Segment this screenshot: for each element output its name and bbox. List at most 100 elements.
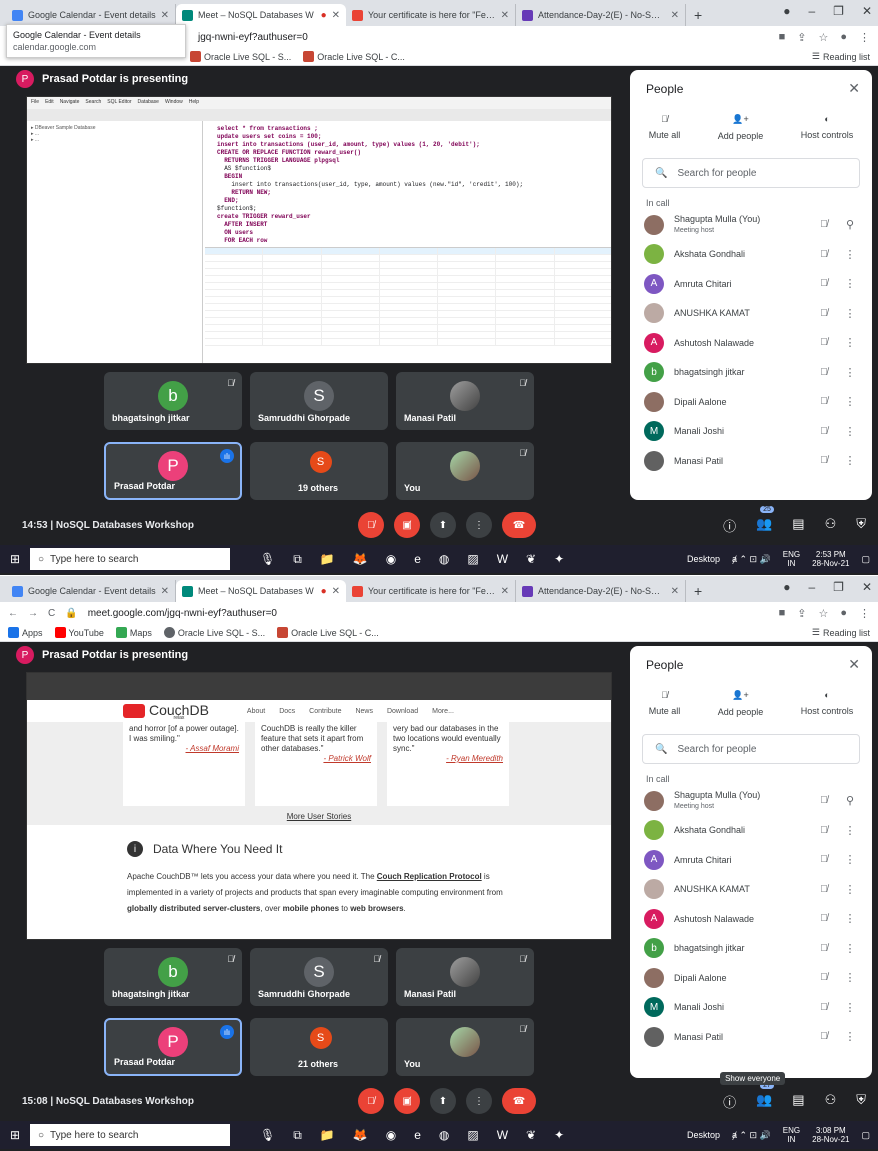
new-tab-button[interactable]: +	[686, 4, 710, 26]
table-row[interactable]	[205, 290, 611, 297]
participant-tile[interactable]: 🎙̸ b bhagatsingh jitkar	[104, 948, 242, 1006]
table-row[interactable]	[205, 262, 611, 269]
desktop-label[interactable]: Desktop	[687, 1130, 720, 1140]
share-icon[interactable]: ⇪	[797, 31, 806, 44]
close-icon[interactable]: ✕	[501, 586, 509, 597]
more-options-icon[interactable]: ⋮	[842, 1001, 858, 1014]
table-row[interactable]	[205, 269, 611, 276]
mic-off-icon[interactable]: 🎙̸	[816, 884, 832, 895]
participant-row[interactable]: Shagupta Mulla (You) Meeting host 🎙̸ ⚲	[630, 210, 872, 240]
mic-off-icon[interactable]: 🎙̸	[816, 278, 832, 289]
language-indicator[interactable]: ENG IN	[783, 1126, 800, 1144]
mic-off-icon[interactable]: 🎙̸	[816, 943, 832, 954]
participant-row[interactable]: ANUSHKA KAMAT 🎙̸ ⋮	[630, 299, 872, 329]
table-row[interactable]	[205, 297, 611, 304]
app-icon[interactable]: ❦	[526, 552, 536, 567]
participant-row[interactable]: A Ashutosh Nalawade 🎙̸ ⋮	[630, 328, 872, 358]
close-icon[interactable]: ✕	[161, 586, 169, 597]
more-options-icon[interactable]: ⋮	[842, 248, 858, 261]
participant-tile[interactable]: 🎙̸ Manasi Patil	[396, 372, 534, 430]
host-controls-icon[interactable]: ⛨	[856, 516, 866, 535]
tab-forms[interactable]: Attendance-Day-2(E) - No-SQL V ✕	[516, 4, 686, 26]
close-icon[interactable]: ✕	[161, 10, 169, 21]
more-options-icon[interactable]: ⋮	[842, 277, 858, 290]
tab-forms[interactable]: Attendance-Day-2(E) - No-SQL V ✕	[516, 580, 686, 602]
more-options-icon[interactable]: ⋮	[842, 971, 858, 984]
participant-row[interactable]: Akshata Gondhali 🎙̸ ⋮	[630, 816, 872, 846]
new-tab-button[interactable]: +	[686, 580, 710, 602]
more-options-icon[interactable]: ⋮	[842, 307, 858, 320]
add-people-button[interactable]: 👤+ Add people	[718, 114, 764, 141]
mic-off-icon[interactable]: 🎙̸	[816, 913, 832, 924]
camera-icon[interactable]: ■	[779, 31, 786, 44]
table-row[interactable]	[205, 332, 611, 339]
chrome-icon[interactable]: ◍	[439, 552, 449, 567]
mic-off-icon[interactable]: 🎙̸	[816, 1002, 832, 1013]
nav-link[interactable]: Docs	[279, 708, 295, 715]
record-icon[interactable]: ●	[783, 580, 790, 594]
mic-off-icon[interactable]: 🎙̸	[816, 249, 832, 260]
participant-row[interactable]: A Amruta Chitari 🎙̸ ⋮	[630, 845, 872, 875]
table-row[interactable]	[205, 283, 611, 290]
bookmark-oracle-2[interactable]: Oracle Live SQL - C...	[277, 627, 379, 638]
more-options-icon[interactable]: ⋮	[842, 1030, 858, 1043]
more-options-icon[interactable]: ⋮	[842, 853, 858, 866]
notification-icon[interactable]: ▢	[861, 1130, 870, 1141]
mic-off-icon[interactable]: 🎙̸	[816, 396, 832, 407]
profile-avatar[interactable]: ●	[840, 607, 847, 620]
menu-icon[interactable]: ⋮	[859, 31, 870, 44]
bookmark-apps[interactable]: Apps	[8, 627, 43, 638]
info-icon[interactable]: ⓘ	[723, 516, 736, 535]
more-options-icon[interactable]: ⋮	[842, 336, 858, 349]
close-icon[interactable]: ✕	[848, 656, 860, 673]
file-explorer-icon[interactable]: 📁	[320, 1128, 335, 1143]
participant-row[interactable]: A Ashutosh Nalawade 🎙̸ ⋮	[630, 904, 872, 934]
more-options-icon[interactable]: ⋮	[842, 395, 858, 408]
mic-off-icon[interactable]: 🎙̸	[816, 825, 832, 836]
table-row[interactable]	[205, 318, 611, 325]
edge-icon[interactable]: e	[414, 1128, 421, 1143]
participant-tile[interactable]: S Samruddhi Ghorpade	[250, 372, 388, 430]
nav-link[interactable]: Download	[387, 708, 418, 715]
app-icon[interactable]: ❦	[526, 1128, 536, 1143]
mic-off-icon[interactable]: 🎙̸	[816, 426, 832, 437]
participant-row[interactable]: Dipali Aalone 🎙̸ ⋮	[630, 387, 872, 417]
firefox-icon[interactable]: 🦊	[353, 1128, 368, 1143]
minimize-button[interactable]: –	[808, 4, 815, 18]
participant-tile[interactable]: ılı P Prasad Potdar	[104, 1018, 242, 1076]
participant-row[interactable]: M Manali Joshi 🎙̸ ⋮	[630, 993, 872, 1023]
others-tile[interactable]: S 21 others	[250, 1018, 388, 1076]
host-controls-icon[interactable]: ⛨	[856, 1092, 866, 1111]
firefox-icon[interactable]: 🦊	[353, 552, 368, 567]
pin-icon[interactable]: ⚲	[842, 794, 858, 807]
table-row[interactable]	[205, 339, 611, 346]
windows-start-icon[interactable]: ⊞	[0, 1128, 30, 1142]
profile-avatar[interactable]: ●	[840, 31, 847, 44]
activities-icon[interactable]: ⚇	[825, 1092, 837, 1111]
app-icon[interactable]: ✦	[554, 552, 564, 567]
app-icon[interactable]: ✦	[554, 1128, 564, 1143]
add-people-button[interactable]: 👤+ Add people	[718, 690, 764, 717]
nav-link[interactable]: Contribute	[309, 708, 341, 715]
participant-row[interactable]: M Manali Joshi 🎙̸ ⋮	[630, 417, 872, 447]
url-field[interactable]: jgq-nwni-eyf?authuser=0	[198, 32, 769, 43]
tray-icons[interactable]: ⱥ ⌃ ⊡ 🔊	[732, 554, 771, 565]
file-explorer-icon[interactable]: 📁	[320, 552, 335, 567]
bookmark-oracle-1[interactable]: Oracle Live SQL - S...	[163, 627, 265, 638]
edge-icon[interactable]: e	[414, 552, 421, 567]
clock[interactable]: 3:08 PM 28-Nov-21	[812, 1126, 849, 1144]
reload-icon[interactable]: C	[48, 608, 55, 619]
tab-gmail[interactable]: Your certificate is here for "Feedl ✕	[346, 580, 516, 602]
tray-icons[interactable]: ⱥ ⌃ ⊡ 🔊	[732, 1130, 771, 1141]
close-icon[interactable]: ✕	[332, 586, 340, 597]
participant-tile[interactable]: 🎙̸ S Samruddhi Ghorpade	[250, 948, 388, 1006]
nav-link[interactable]: More...	[432, 708, 454, 715]
share-icon[interactable]: ⇪	[797, 607, 806, 620]
mic-off-icon[interactable]: 🎙̸	[816, 854, 832, 865]
table-row[interactable]	[205, 276, 611, 283]
table-row[interactable]	[205, 304, 611, 311]
mic-off-icon[interactable]: 🎙̸	[816, 795, 832, 806]
notification-icon[interactable]: ▢	[861, 554, 870, 565]
camera-toggle-button[interactable]: ▣̸	[394, 1088, 420, 1114]
word-icon[interactable]: W	[497, 1128, 508, 1143]
